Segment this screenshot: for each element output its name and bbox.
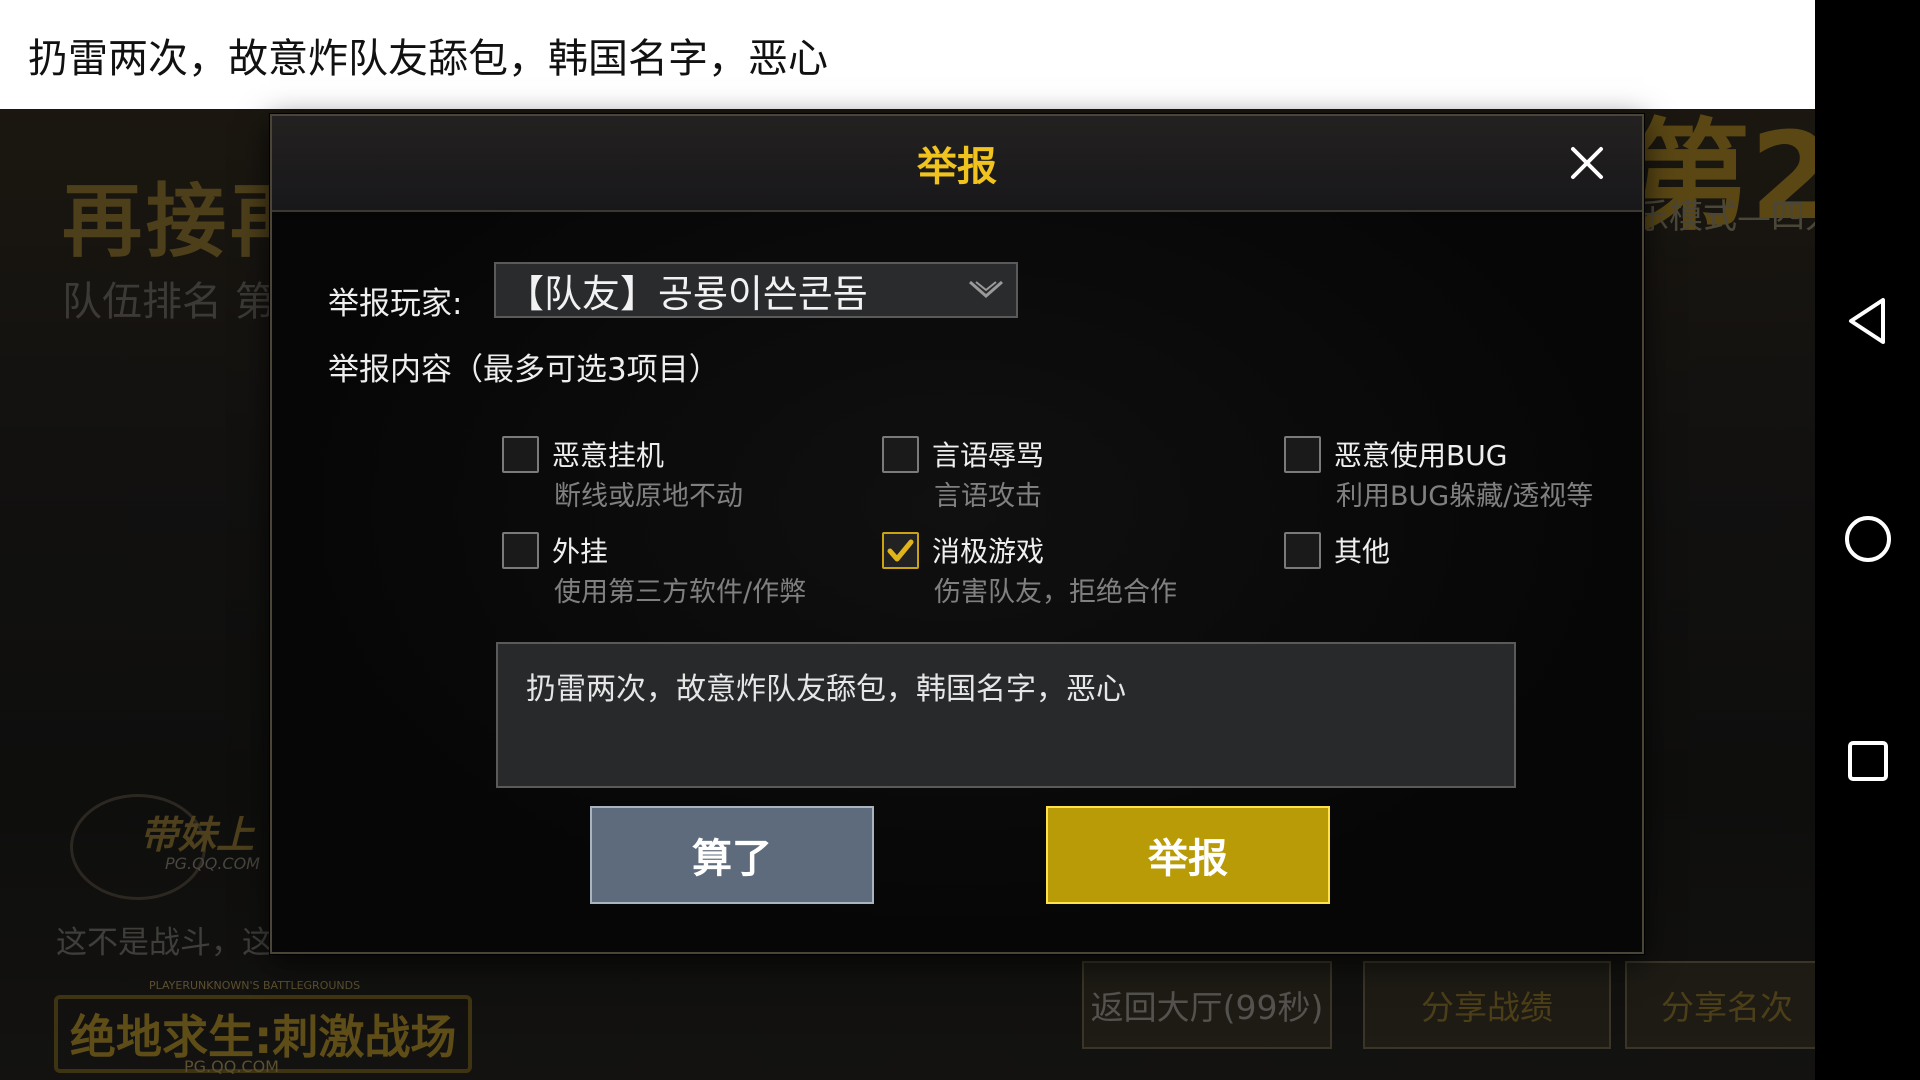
- return-lobby-button[interactable]: 返回大厅(99秒): [1082, 961, 1332, 1049]
- chevron-down-icon: [966, 276, 1006, 306]
- bg-slogan: 这不是战斗，这: [56, 925, 273, 961]
- report-description-text: 扔雷两次，故意炸队友舔包，韩国名字，恶心: [526, 672, 1126, 707]
- system-nav-bar: [1815, 0, 1920, 1080]
- cancel-button[interactable]: 算了: [590, 806, 874, 904]
- checkbox[interactable]: [882, 436, 919, 473]
- option-passive-play[interactable]: 消极游戏 伤害队友，拒绝合作: [882, 532, 1242, 608]
- nav-back-button[interactable]: [1837, 290, 1899, 352]
- dialog-body: 举报玩家: 【队友】공룡이쓴콘돔 举报内容（最多可选3项目） 恶意挂机 断线或原…: [272, 212, 1642, 950]
- nav-home-button[interactable]: [1837, 508, 1899, 570]
- report-player-label: 举报玩家:: [328, 286, 463, 322]
- share-stats-button[interactable]: 分享战绩: [1363, 961, 1611, 1049]
- top-text-banner: 扔雷两次，故意炸队友舔包，韩国名字，恶心: [0, 0, 1815, 109]
- close-button[interactable]: [1562, 138, 1612, 188]
- submit-report-button[interactable]: 举报: [1046, 806, 1330, 904]
- checkmark-icon: [887, 539, 914, 562]
- promo-logo-url: PG.QQ.COM: [165, 854, 260, 873]
- option-title: 其他: [1334, 535, 1391, 568]
- report-description-textarea[interactable]: 扔雷两次，故意炸队友舔包，韩国名字，恶心: [496, 642, 1516, 788]
- option-title: 消极游戏: [932, 535, 1045, 568]
- player-select-value: 【队友】공룡이쓴콘돔: [506, 271, 868, 316]
- game-logo-english: PLAYERUNKNOWN'S BATTLEGROUNDS: [149, 979, 361, 992]
- checkbox[interactable]: [1284, 436, 1321, 473]
- home-circle-icon: [1845, 516, 1891, 562]
- game-logo: PLAYERUNKNOWN'S BATTLEGROUNDS 绝地求生:刺激战场 …: [54, 979, 473, 1079]
- report-content-label: 举报内容（最多可选3项目）: [328, 352, 720, 388]
- option-title: 恶意挂机: [552, 439, 665, 472]
- bg-rank-label: 队伍排名 第: [62, 279, 275, 325]
- option-afk[interactable]: 恶意挂机 断线或原地不动: [502, 436, 862, 512]
- bg-mode-subtitle: 乐模式—四人: [1635, 197, 1815, 237]
- option-description: 言语攻击: [934, 481, 1042, 512]
- option-title: 言语辱骂: [932, 439, 1045, 472]
- checkbox[interactable]: [502, 532, 539, 569]
- dialog-header: 举报: [272, 116, 1642, 212]
- checkbox-checked[interactable]: [882, 532, 919, 569]
- option-other[interactable]: 其他: [1284, 532, 1644, 608]
- option-description: 伤害队友，拒绝合作: [934, 577, 1177, 608]
- option-title: 恶意使用BUG: [1334, 439, 1508, 472]
- top-banner-text: 扔雷两次，故意炸队友舔包，韩国名字，恶心: [28, 35, 828, 82]
- nav-recent-apps-button[interactable]: [1837, 730, 1899, 792]
- option-description: 断线或原地不动: [554, 481, 743, 512]
- option-cheat[interactable]: 外挂 使用第三方软件/作弊: [502, 532, 862, 608]
- checkbox[interactable]: [502, 436, 539, 473]
- bg-promo-logo: 带妹上 PG.QQ.COM: [70, 794, 280, 900]
- dialog-title: 举报: [917, 144, 997, 190]
- game-logo-url: PG.QQ.COM: [184, 1057, 279, 1076]
- option-verbal-abuse[interactable]: 言语辱骂 言语攻击: [882, 436, 1242, 512]
- option-title: 外挂: [552, 535, 609, 568]
- option-description: 利用BUG躲藏/透视等: [1336, 481, 1594, 512]
- share-rank-button[interactable]: 分享名次: [1625, 961, 1815, 1049]
- checkbox[interactable]: [1284, 532, 1321, 569]
- report-dialog: 举报 举报玩家: 【队友】공룡이쓴콘돔 举报内容（最多可选3项目） 恶意挂机 断…: [270, 114, 1644, 954]
- promo-logo-text: 带妹上: [140, 813, 255, 857]
- option-bug-abuse[interactable]: 恶意使用BUG 利用BUG躲藏/透视等: [1284, 436, 1644, 512]
- recent-apps-square-icon: [1848, 741, 1888, 781]
- back-triangle-icon: [1849, 298, 1885, 344]
- player-select-dropdown[interactable]: 【队友】공룡이쓴콘돔: [494, 262, 1018, 318]
- option-description: 使用第三方软件/作弊: [554, 577, 807, 608]
- close-icon: [1571, 147, 1603, 179]
